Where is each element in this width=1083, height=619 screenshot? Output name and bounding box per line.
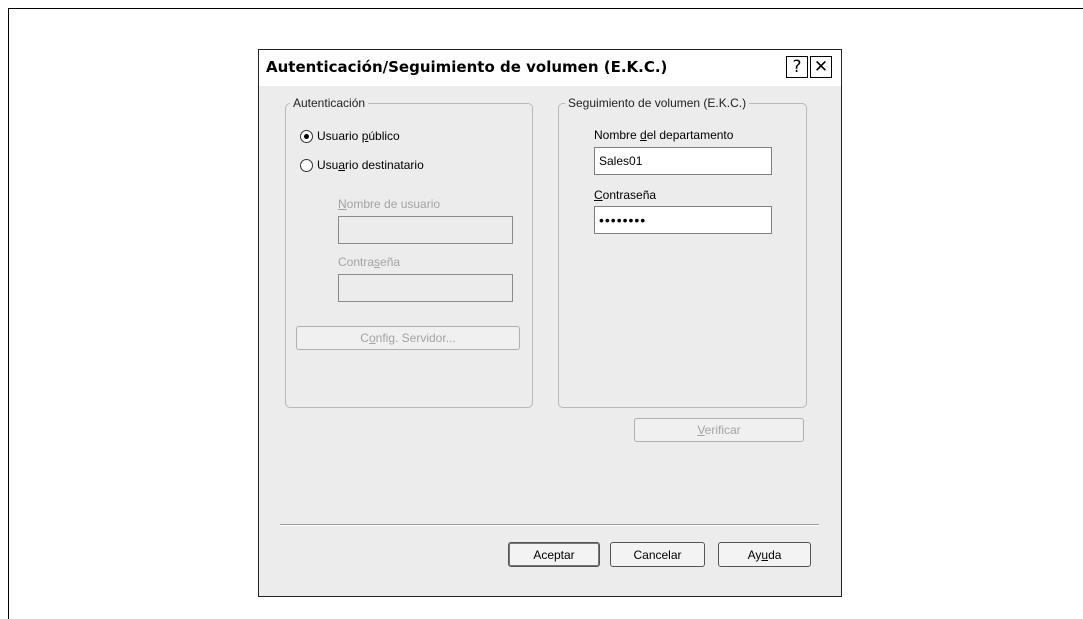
radio-recipient-indicator[interactable]: [300, 158, 313, 172]
auth-password-field[interactable]: [338, 274, 513, 302]
radio-public-user[interactable]: Usuario público: [300, 129, 400, 143]
server-settings-label: Config. Servidor...: [360, 331, 456, 345]
ekc-password-field[interactable]: ••••••••: [594, 206, 772, 234]
username-field[interactable]: [338, 216, 513, 244]
help-button[interactable]: Ayuda: [718, 542, 811, 567]
auth-password-label: Contraseña: [338, 255, 401, 269]
authentication-group: Autenticación Usuario público Usuario de…: [285, 96, 533, 408]
radio-recipient-label: Usuario destinatario: [317, 158, 424, 172]
username-label: Nombre de usuario: [338, 197, 441, 211]
cancel-label: Cancelar: [633, 547, 682, 562]
accept-button[interactable]: Aceptar: [508, 542, 600, 567]
verify-button[interactable]: Verificar: [634, 418, 804, 442]
help-label: Ayuda: [747, 547, 782, 562]
page-frame-left: [8, 8, 9, 619]
close-icon: ✕: [813, 56, 829, 77]
volume-tracking-legend: Seguimiento de volumen (E.K.C.): [565, 96, 750, 110]
department-name-field[interactable]: Sales01: [594, 147, 772, 175]
verify-label: Verificar: [697, 423, 741, 437]
department-name-label: Nombre del departamento: [594, 128, 734, 142]
radio-recipient-user[interactable]: Usuario destinatario: [300, 158, 424, 172]
auth-tracking-dialog: Autenticación/Seguimiento de volumen (E.…: [258, 49, 842, 597]
radio-public-label: Usuario público: [317, 129, 400, 143]
authentication-legend: Autenticación: [290, 96, 369, 110]
dialog-title: Autenticación/Seguimiento de volumen (E.…: [266, 58, 668, 76]
volume-tracking-group: Seguimiento de volumen (E.K.C.) Nombre d…: [558, 96, 807, 408]
ekc-password-label: Contraseña: [594, 188, 657, 202]
server-settings-button[interactable]: Config. Servidor...: [296, 326, 520, 350]
footer-separator: [280, 524, 819, 526]
page-frame-top: [8, 8, 1083, 9]
accept-label: Aceptar: [533, 547, 575, 562]
cancel-button[interactable]: Cancelar: [610, 542, 705, 567]
question-icon: ?: [792, 56, 802, 77]
title-bar: Autenticación/Seguimiento de volumen (E.…: [259, 50, 841, 86]
help-title-button[interactable]: ?: [786, 56, 808, 78]
close-button[interactable]: ✕: [810, 56, 832, 78]
radio-public-indicator[interactable]: [300, 129, 313, 143]
